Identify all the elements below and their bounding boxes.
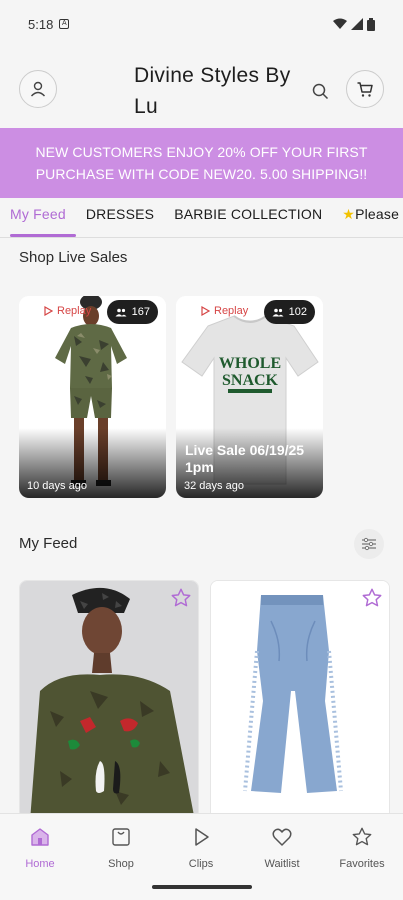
store-title: Divine Styles By Lu: [134, 64, 291, 118]
viewers-icon: [115, 308, 127, 316]
viewer-count: 167: [131, 306, 150, 318]
product-card[interactable]: [19, 580, 199, 820]
tab-please-label: Please: [355, 205, 400, 222]
favorite-star-icon[interactable]: [170, 587, 192, 609]
tab-barbie-collection[interactable]: BARBIE COLLECTION: [164, 198, 332, 237]
status-time: 5:18: [28, 16, 54, 32]
battery-icon: [367, 17, 375, 31]
nav-clips[interactable]: Clips: [161, 824, 241, 870]
live-sale-card[interactable]: WHOLE SNACK Replay 102 Live Sale 06/19/2…: [176, 296, 323, 498]
viewer-count: 102: [288, 306, 307, 318]
replay-indicator: Replay: [44, 305, 91, 317]
notification-icon: A: [59, 19, 70, 29]
product-image: [211, 581, 389, 819]
store-header: Divine Styles By Lu: [0, 58, 403, 124]
status-bar: 5:18 A: [0, 0, 403, 48]
viewer-count-badge: 102: [263, 300, 315, 324]
promo-banner[interactable]: NEW CUSTOMERS ENJOY 20% OFF YOUR FIRST P…: [0, 128, 403, 198]
viewers-icon: [272, 308, 284, 316]
live-sale-title: Live Sale 06/19/25 1pm: [185, 442, 305, 475]
nav-favorites-label: Favorites: [339, 858, 385, 870]
replay-icon: [44, 306, 53, 316]
product-image: [20, 581, 198, 819]
search-button[interactable]: [307, 78, 333, 104]
user-icon: [30, 81, 46, 97]
shop-icon: [81, 824, 161, 850]
live-sale-card[interactable]: Replay 167 10 days ago: [19, 296, 166, 498]
play-icon: [161, 824, 241, 850]
nav-home-label: Home: [25, 858, 55, 870]
replay-icon: [201, 306, 210, 316]
nav-waitlist-label: Waitlist: [264, 858, 300, 870]
tab-my-feed[interactable]: My Feed: [0, 198, 76, 237]
favorite-star-icon[interactable]: [361, 587, 383, 609]
filter-button[interactable]: [354, 529, 384, 559]
nav-clips-label: Clips: [188, 858, 214, 870]
replay-label: Replay: [214, 305, 249, 317]
viewer-count-badge: 167: [106, 300, 158, 324]
nav-shop[interactable]: Shop: [81, 824, 161, 870]
status-icons: [333, 17, 375, 31]
wifi-icon: [333, 18, 347, 29]
shirt-print-snack: SNACK: [222, 372, 279, 389]
category-tabs: My Feed DRESSES BARBIE COLLECTION ★Pleas…: [0, 198, 403, 238]
filter-icon: [362, 537, 376, 551]
replay-label: Replay: [57, 305, 92, 317]
home-icon: [0, 824, 80, 850]
search-icon: [312, 83, 328, 99]
cart-icon: [357, 82, 373, 97]
feed-title: My Feed: [19, 535, 78, 552]
tab-dresses[interactable]: DRESSES: [76, 198, 164, 237]
nav-shop-label: Shop: [108, 858, 134, 870]
nav-favorites[interactable]: Favorites: [322, 824, 402, 870]
profile-button[interactable]: [19, 70, 57, 108]
live-sale-age: 10 days ago: [27, 480, 87, 492]
cart-button[interactable]: [346, 70, 384, 108]
nav-waitlist[interactable]: Waitlist: [242, 824, 322, 870]
live-sale-age: 32 days ago: [184, 480, 244, 492]
replay-indicator: Replay: [201, 305, 248, 317]
shirt-print-whole: WHOLE: [219, 355, 281, 372]
star-icon: ★: [342, 205, 356, 222]
heart-icon: [242, 824, 322, 850]
product-card[interactable]: [210, 580, 390, 820]
star-icon: [322, 824, 402, 850]
signal-icon: [351, 18, 363, 30]
tab-please[interactable]: ★Please: [332, 198, 403, 237]
live-sales-title: Shop Live Sales: [19, 249, 128, 266]
nav-home[interactable]: Home: [0, 824, 80, 870]
gesture-bar: [152, 885, 252, 889]
